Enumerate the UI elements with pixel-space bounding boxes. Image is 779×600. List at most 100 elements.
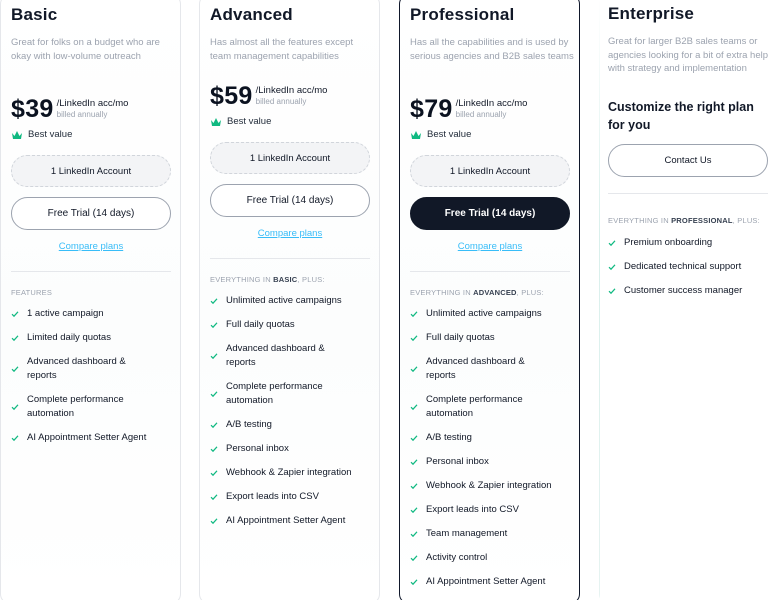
linkedin-account-count: 1 LinkedIn Account [11,155,171,187]
feature-item: Webhook & Zapier integration [210,466,375,480]
divider [210,258,370,259]
feature-item: Customer success manager [608,284,773,298]
plan-description: Has all the capabilities and is used by … [410,37,574,62]
best-value-label: Best value [227,116,272,127]
feature-item: A/B testing [210,418,375,432]
feature-label: Unlimited active campaigns [426,308,542,319]
check-icon [210,446,218,453]
feature-item: Advanced dashboard & reports [410,355,575,383]
best-value-label: Best value [427,129,472,140]
feature-item: Activity control [410,551,575,565]
section-suffix: , PLUS: [297,275,325,284]
price-unit: /LinkedIn acc/mo [56,98,129,109]
section-suffix: , PLUS: [516,288,544,297]
plan-description: Great for larger B2B sales teams or agen… [608,36,769,74]
best-value-badge: Best value [11,129,72,140]
feature-label: Export leads into CSV [426,504,519,515]
check-icon [608,264,616,271]
features-label: FEATURES [11,288,53,297]
feature-list: 1 active campaign Limited daily quotas A… [11,307,176,455]
feature-label: AI Appointment Setter Agent [27,432,147,443]
price-row: $39 /LinkedIn acc/mo billed annually [11,95,128,123]
crown-icon [211,117,221,126]
feature-item: Advanced dashboard & reports [210,342,375,370]
plan-price: $39 [11,95,54,123]
check-icon [210,518,218,525]
plan-description: Great for folks on a budget who are okay… [11,37,160,62]
plan-name: Professional [410,5,515,24]
free-trial-button[interactable]: Free Trial (14 days) [410,197,570,230]
check-icon [210,353,218,360]
feature-item: AI Appointment Setter Agent [410,575,575,589]
check-icon [410,555,418,562]
feature-list: Premium onboarding Dedicated technical s… [608,236,773,308]
feature-item: Full daily quotas [210,318,375,332]
feature-item: Dedicated technical support [608,260,773,274]
best-value-badge: Best value [410,129,471,140]
feature-item: Webhook & Zapier integration [410,479,575,493]
feature-label: Personal inbox [226,443,289,454]
check-icon [11,311,19,318]
feature-label: Customer success manager [624,285,743,296]
check-icon [210,298,218,305]
check-icon [11,335,19,342]
free-trial-button[interactable]: Free Trial (14 days) [210,184,370,217]
feature-label: Complete performance automation [426,394,523,419]
compare-plans-link[interactable]: Compare plans [410,241,570,252]
plan-card-enterprise: Enterprise Great for larger B2B sales te… [599,0,779,600]
plan-card-advanced: Advanced Has almost all the features exc… [199,0,380,600]
divider [608,193,768,194]
check-icon [210,322,218,329]
crown-icon [12,130,22,139]
section-suffix: , PLUS: [732,216,760,225]
check-icon [210,494,218,501]
plan-description: Has almost all the features except team … [210,37,354,62]
check-icon [410,335,418,342]
check-icon [11,435,19,442]
feature-item: Complete performance automation [210,380,375,408]
feature-item: Export leads into CSV [410,503,575,517]
section-prefix: EVERYTHING IN [608,216,672,225]
feature-item: Unlimited active campaigns [210,294,375,308]
feature-label: A/B testing [426,432,472,443]
section-plan: BASIC [273,275,298,284]
price-unit: /LinkedIn acc/mo [255,85,328,96]
feature-label: Complete performance automation [27,394,124,419]
check-icon [210,422,218,429]
feature-label: Activity control [426,552,488,563]
check-icon [410,531,418,538]
contact-us-button[interactable]: Contact Us [608,144,768,177]
feature-label: Premium onboarding [624,237,713,248]
plan-name: Enterprise [608,4,695,23]
check-icon [11,366,19,373]
feature-label: Unlimited active campaigns [226,295,342,306]
feature-label: Personal inbox [426,456,489,467]
section-prefix: EVERYTHING IN [410,288,474,297]
billing-note: billed annually [56,110,108,119]
best-value-label: Best value [28,129,73,140]
check-icon [608,240,616,247]
price-row: $59 /LinkedIn acc/mo billed annually [210,82,327,110]
feature-label: Team management [426,528,508,539]
check-icon [11,404,19,411]
compare-plans-link[interactable]: Compare plans [210,228,370,239]
free-trial-button[interactable]: Free Trial (14 days) [11,197,171,230]
compare-plans-link[interactable]: Compare plans [11,241,171,252]
check-icon [210,391,218,398]
check-icon [410,404,418,411]
price-meta: /LinkedIn acc/mo billed annually [256,85,328,107]
check-icon [410,366,418,373]
feature-label: Webhook & Zapier integration [226,467,352,478]
feature-item: Complete performance automation [410,393,575,421]
divider [410,271,570,272]
billing-note: billed annually [455,110,507,119]
feature-label: Advanced dashboard & reports [226,343,325,368]
feature-label: AI Appointment Setter Agent [226,515,346,526]
price-row: $79 /LinkedIn acc/mo billed annually [410,95,527,123]
feature-item: A/B testing [410,431,575,445]
feature-item: Personal inbox [410,455,575,469]
check-icon [608,288,616,295]
feature-item: Premium onboarding [608,236,773,250]
plan-name: Basic [11,5,58,24]
feature-item: Unlimited active campaigns [410,307,575,321]
